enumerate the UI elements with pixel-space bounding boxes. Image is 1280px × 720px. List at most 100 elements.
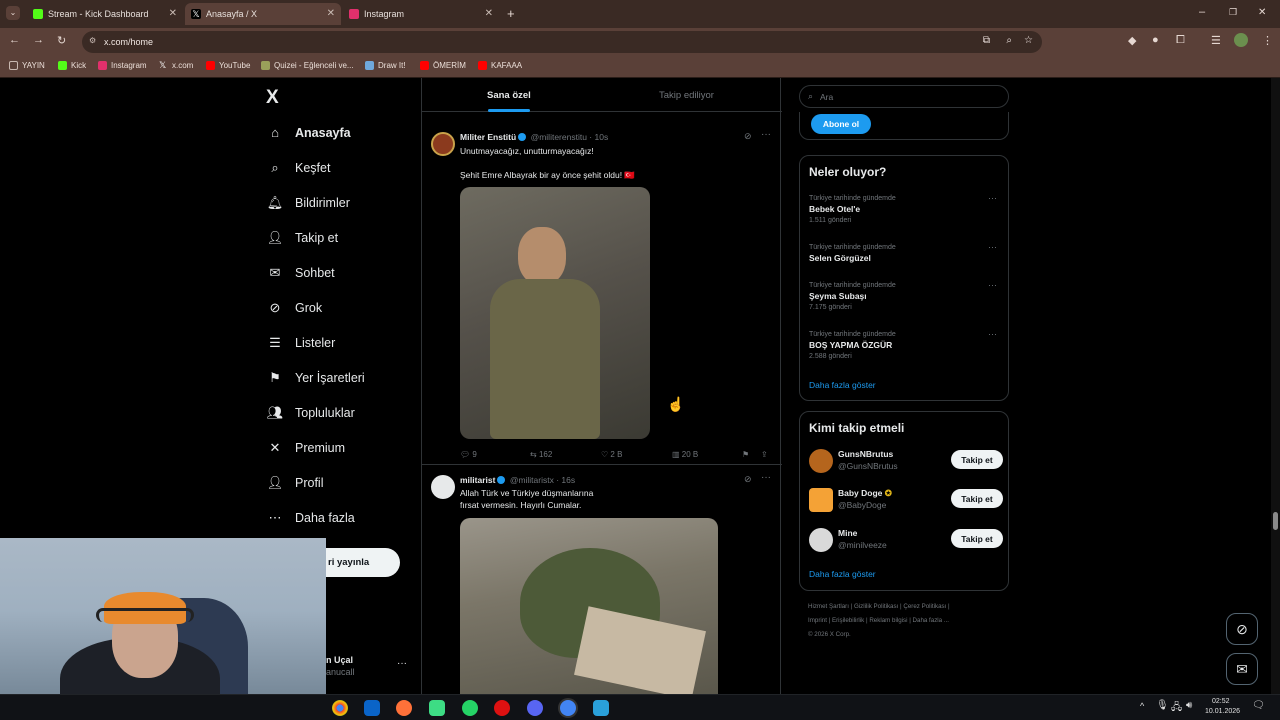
post-time[interactable]: · 10s bbox=[589, 132, 608, 142]
more-options-icon[interactable]: ··· bbox=[988, 280, 997, 291]
more-options-icon[interactable]: ··· bbox=[761, 129, 771, 140]
follow-suggestion[interactable]: GunsNBrutus @GunsNBrutus Takip et bbox=[809, 448, 1003, 474]
avatar[interactable] bbox=[809, 528, 833, 552]
share-icon[interactable]: ⇪ bbox=[761, 450, 768, 459]
follow-suggestion[interactable]: Baby Doge ✪ @BabyDoge Takip et bbox=[809, 487, 1003, 513]
post-card[interactable]: Militer Enstitü @militerenstitu · 10s ⊘ … bbox=[422, 123, 782, 465]
new-tab-button[interactable]: + bbox=[507, 6, 515, 21]
repost-button[interactable]: ⇆ 162 bbox=[530, 450, 552, 459]
bookmark-quizei[interactable]: Quizei - Eğlenceli ve... bbox=[261, 61, 354, 70]
sidebar-item-notifications[interactable]: 🔔︎ Bildirimler bbox=[266, 195, 350, 211]
avatar[interactable] bbox=[809, 488, 833, 512]
show-more-link[interactable]: Daha fazla göster bbox=[809, 380, 876, 390]
trend-item[interactable]: Türkiye tarihinde gündemde Şeyma Subaşı … bbox=[809, 280, 1001, 313]
post-image[interactable] bbox=[460, 518, 718, 694]
opera-icon[interactable] bbox=[494, 700, 510, 716]
account-more-icon[interactable]: ··· bbox=[397, 658, 407, 669]
more-options-icon[interactable]: ··· bbox=[988, 329, 997, 340]
post-image[interactable] bbox=[460, 187, 650, 439]
subscribe-button[interactable]: Abone ol bbox=[811, 114, 871, 134]
views-button[interactable]: ▥ 20 B bbox=[672, 450, 698, 459]
chrome-active-icon[interactable] bbox=[560, 700, 576, 716]
tab-instagram[interactable]: Instagram ✕ bbox=[343, 3, 499, 25]
more-options-icon[interactable]: ··· bbox=[761, 472, 771, 483]
sidebar-item-bookmarks[interactable]: ⚑ Yer İşaretleri bbox=[266, 370, 365, 386]
page-scrollbar[interactable] bbox=[1271, 78, 1280, 694]
show-more-link[interactable]: Daha fazla göster bbox=[809, 569, 876, 579]
sidebar-item-profile[interactable]: 👤︎ Profil bbox=[266, 475, 324, 491]
grok-icon[interactable]: ⊘ bbox=[744, 474, 752, 485]
trend-item[interactable]: Türkiye tarihinde gündemde Bebek Otel'e … bbox=[809, 193, 1001, 226]
bookmark-x[interactable]: 𝕏x.com bbox=[159, 61, 193, 71]
profile-avatar-icon[interactable] bbox=[1234, 33, 1248, 47]
author-handle[interactable]: @militerenstitu bbox=[531, 132, 587, 142]
extension-icon[interactable]: ● bbox=[1152, 34, 1159, 46]
like-button[interactable]: ♡ 2 B bbox=[601, 450, 622, 459]
messages-float-button[interactable]: ✉ bbox=[1226, 653, 1258, 685]
bookmark-star-icon[interactable]: ☆ bbox=[1024, 35, 1033, 46]
sidebar-item-premium[interactable]: ✕ Premium bbox=[266, 440, 345, 456]
tray-chevron-icon[interactable]: ^ bbox=[1140, 701, 1144, 711]
clock-time[interactable]: 02:52 bbox=[1212, 698, 1230, 705]
whatsapp-icon[interactable] bbox=[462, 700, 478, 716]
tab-kick-dashboard[interactable]: Stream - Kick Dashboard ✕ bbox=[27, 3, 183, 25]
sidebar-item-more[interactable]: ⋯ Daha fazla bbox=[266, 510, 355, 526]
close-tab-icon[interactable]: ✕ bbox=[485, 8, 493, 19]
bookmark-icon[interactable]: ⚑ bbox=[742, 450, 749, 459]
volume-icon[interactable]: 🔊︎ bbox=[1186, 700, 1192, 711]
account-name[interactable]: n Uçal bbox=[326, 655, 353, 665]
restore-button[interactable]: ❐ bbox=[1229, 7, 1237, 18]
network-icon[interactable]: 🖧 bbox=[1171, 700, 1182, 717]
reload-icon[interactable]: ↻ bbox=[57, 34, 66, 47]
close-tab-icon[interactable]: ✕ bbox=[169, 8, 177, 19]
forward-icon[interactable]: → bbox=[33, 34, 44, 46]
follow-button[interactable]: Takip et bbox=[951, 450, 1003, 469]
zoom-icon[interactable]: ⌕ bbox=[1006, 35, 1012, 46]
sidebar-item-follow[interactable]: 👤︎ Takip et bbox=[266, 230, 338, 246]
notifications-icon[interactable]: 🗨︎ bbox=[1252, 700, 1265, 711]
bookmark-omerim[interactable]: ÖMERİM bbox=[420, 61, 466, 70]
more-options-icon[interactable]: ··· bbox=[988, 242, 997, 253]
post-time[interactable]: · 16s bbox=[556, 475, 575, 485]
bookmark-youtube[interactable]: YouTube bbox=[206, 61, 250, 70]
bookmark-drawit[interactable]: Draw It! bbox=[365, 61, 406, 70]
follow-button[interactable]: Takip et bbox=[951, 529, 1003, 548]
tab-for-you[interactable]: Sana özel bbox=[487, 90, 531, 101]
search-input[interactable]: ⌕ Ara bbox=[799, 85, 1009, 108]
extension-icon[interactable]: ◆ bbox=[1128, 34, 1136, 47]
trend-item[interactable]: Türkiye tarihinde gündemde BOŞ YAPMA ÖZG… bbox=[809, 329, 1001, 362]
install-icon[interactable]: ⧉ bbox=[983, 35, 990, 46]
tab-search-icon[interactable]: ⌄ bbox=[6, 6, 20, 20]
bookmark-instagram[interactable]: Instagram bbox=[98, 61, 147, 70]
author-name[interactable]: Militer Enstitü bbox=[460, 132, 516, 142]
sidebar-item-explore[interactable]: ⌕ Keşfet bbox=[266, 160, 330, 176]
address-bar[interactable]: ⚙ x.com/home ⧉ ⌕ ☆ bbox=[82, 31, 1042, 53]
avatar[interactable] bbox=[431, 132, 455, 156]
bookmark-kafaaa[interactable]: KAFAAA bbox=[478, 61, 522, 70]
menu-icon[interactable]: ⋮ bbox=[1262, 34, 1273, 47]
minimize-button[interactable]: – bbox=[1199, 6, 1205, 18]
microphone-icon[interactable]: 🎙︎ bbox=[1156, 700, 1169, 711]
firefox-icon[interactable] bbox=[396, 700, 412, 716]
tab-x-home[interactable]: 𝕏 Anasayfa / X ✕ bbox=[185, 3, 341, 25]
post-card[interactable]: militarist @militaristx · 16s ⊘ ··· Alla… bbox=[422, 466, 782, 694]
telegram-icon[interactable] bbox=[593, 700, 609, 716]
tab-following[interactable]: Takip ediliyor bbox=[659, 90, 714, 101]
follow-suggestion[interactable]: Mine @minilveeze Takip et bbox=[809, 527, 1003, 553]
x-logo[interactable]: X bbox=[266, 87, 279, 109]
reply-button[interactable]: 💬︎ 9 bbox=[460, 450, 477, 459]
scrollbar-thumb[interactable] bbox=[1273, 512, 1278, 530]
close-tab-icon[interactable]: ✕ bbox=[327, 8, 335, 19]
sidebar-item-lists[interactable]: ☰ Listeler bbox=[266, 335, 335, 351]
footer-links[interactable]: Imprint | Erişilebilirlik | Reklam bilgi… bbox=[808, 614, 1008, 628]
trend-item[interactable]: Türkiye tarihinde gündemde Selen Görgüze… bbox=[809, 242, 1001, 264]
author-handle[interactable]: @militaristx bbox=[510, 475, 554, 485]
site-info-icon[interactable]: ⚙ bbox=[89, 36, 96, 45]
chrome-icon[interactable] bbox=[332, 700, 348, 716]
android-icon[interactable] bbox=[429, 700, 445, 716]
bookmark-folder[interactable]: YAYIN bbox=[9, 61, 45, 70]
sidebar-item-chat[interactable]: ✉ Sohbet bbox=[266, 265, 335, 281]
grok-float-button[interactable]: ⊘ bbox=[1226, 613, 1258, 645]
sidebar-item-grok[interactable]: ⊘ Grok bbox=[266, 300, 323, 316]
extensions-puzzle-icon[interactable]: ⧠ bbox=[1176, 34, 1185, 47]
